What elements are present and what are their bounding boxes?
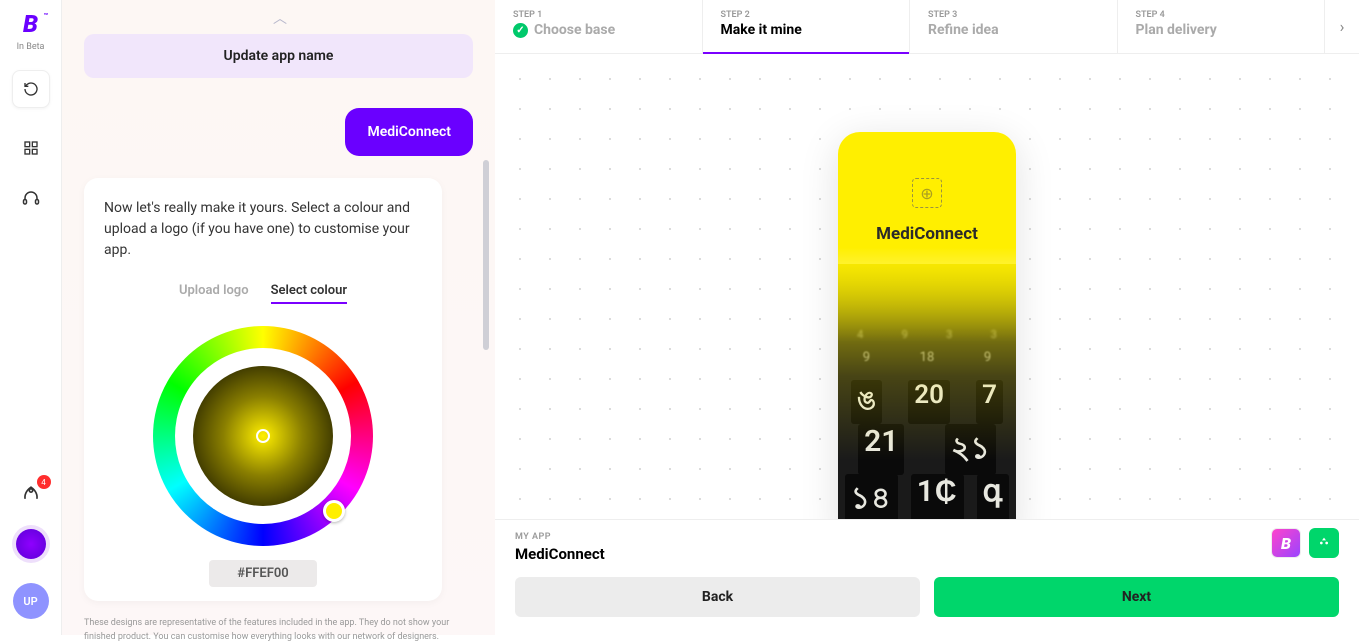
step-3-title: Refine idea bbox=[928, 22, 1099, 38]
rocket-icon[interactable]: 4 bbox=[21, 483, 41, 503]
panel-scrollbar[interactable] bbox=[483, 160, 489, 350]
tab-upload-logo[interactable]: Upload logo bbox=[179, 283, 249, 304]
rocket-badge: 4 bbox=[37, 475, 51, 489]
step-1[interactable]: STEP 1 ✓ Choose base bbox=[495, 0, 703, 53]
undo-button[interactable] bbox=[12, 70, 50, 108]
left-panel: ︿ Update app name MediConnect Now let's … bbox=[62, 0, 495, 635]
brand-logo[interactable]: B™ bbox=[23, 10, 38, 38]
undo-icon bbox=[23, 81, 39, 97]
my-app-name: MediConnect bbox=[515, 545, 1339, 563]
step-4-num: STEP 4 bbox=[1136, 10, 1307, 20]
hue-picker-handle[interactable] bbox=[323, 500, 345, 522]
update-app-name-button[interactable]: Update app name bbox=[84, 34, 473, 78]
tab-select-colour[interactable]: Select colour bbox=[271, 283, 347, 304]
card-instruction-text: Now let's really make it yours. Select a… bbox=[104, 198, 422, 261]
step-4[interactable]: STEP 4 Plan delivery bbox=[1118, 0, 1326, 53]
step-1-title: Choose base bbox=[534, 22, 615, 38]
app-name-chip: MediConnect bbox=[345, 108, 473, 156]
tm-mark: ™ bbox=[44, 12, 48, 20]
disclaimer-text: These designs are representative of the … bbox=[84, 617, 473, 644]
my-app-label: MY APP bbox=[515, 532, 1339, 542]
step-2-num: STEP 2 bbox=[721, 10, 892, 20]
colour-wheel[interactable] bbox=[153, 326, 373, 546]
phone-header: ⊕ MediConnect bbox=[838, 132, 1016, 342]
inner-picker-handle[interactable] bbox=[256, 429, 270, 443]
step-4-title: Plan delivery bbox=[1136, 22, 1307, 38]
check-icon: ✓ bbox=[513, 23, 528, 38]
back-button[interactable]: Back bbox=[515, 577, 920, 617]
preview-canvas[interactable]: 4933 9189 ঙ207 21২১ ১৪1₵գ ওঃ০১ ⊕ MediCon… bbox=[495, 54, 1359, 519]
step-3[interactable]: STEP 3 Refine idea bbox=[910, 0, 1118, 53]
phone-app-title: MediConnect bbox=[876, 224, 978, 244]
user-avatar[interactable]: UP bbox=[13, 583, 49, 619]
step-2[interactable]: STEP 2 Make it mine bbox=[703, 0, 911, 53]
step-3-num: STEP 3 bbox=[928, 10, 1099, 20]
phone-preview: 4933 9189 ঙ207 21২১ ১৪1₵գ ওঃ০১ ⊕ MediCon… bbox=[838, 132, 1016, 519]
step-2-title: Make it mine bbox=[721, 22, 892, 38]
saturation-circle[interactable] bbox=[193, 366, 333, 506]
stepper: STEP 1 ✓Choose base STEP 2 Make it mine … bbox=[495, 0, 1359, 54]
chat-float-icon[interactable] bbox=[1309, 528, 1339, 558]
stepper-more-icon[interactable]: › bbox=[1325, 0, 1359, 53]
grid-icon[interactable] bbox=[21, 138, 41, 158]
beta-label: In Beta bbox=[17, 42, 45, 52]
card-tabs: Upload logo Select colour bbox=[179, 283, 347, 304]
brand-float-icon[interactable]: B bbox=[1271, 528, 1301, 558]
bottom-bar: MY APP MediConnect B Back Next bbox=[495, 519, 1359, 635]
headset-icon[interactable] bbox=[21, 188, 41, 208]
customise-card: Now let's really make it yours. Select a… bbox=[84, 178, 442, 601]
add-logo-placeholder[interactable]: ⊕ bbox=[912, 178, 942, 208]
left-rail: B™ In Beta 4 UP bbox=[0, 0, 62, 635]
hex-value[interactable]: #FFEF00 bbox=[209, 560, 316, 587]
next-button[interactable]: Next bbox=[934, 577, 1339, 617]
theme-circle[interactable] bbox=[16, 529, 46, 559]
right-area: STEP 1 ✓Choose base STEP 2 Make it mine … bbox=[495, 0, 1359, 635]
collapse-chevron-icon[interactable]: ︿ bbox=[273, 8, 284, 28]
step-1-num: STEP 1 bbox=[513, 10, 684, 20]
